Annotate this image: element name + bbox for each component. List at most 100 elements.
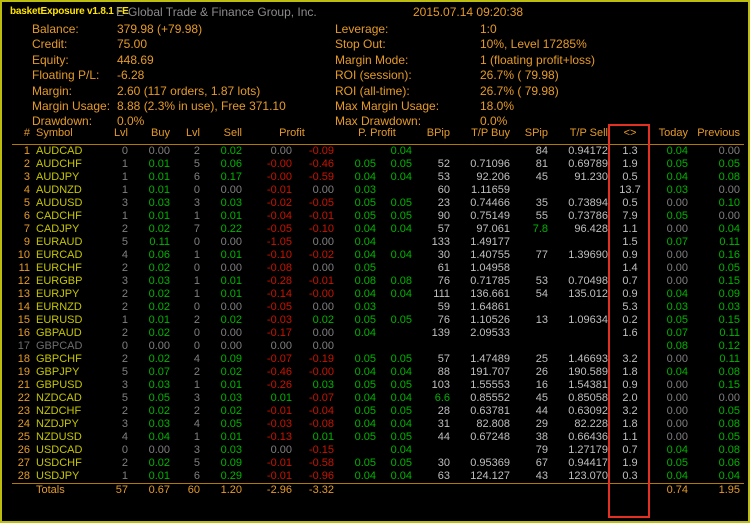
value-cell: 88: [416, 366, 454, 379]
value-cell: -0.02: [246, 197, 296, 210]
value-cell: 23: [416, 197, 454, 210]
value-cell: 31: [416, 418, 454, 431]
value-cell: 1.3: [612, 145, 648, 159]
value-cell: 0.04: [338, 470, 380, 484]
row-number: 25: [12, 431, 34, 444]
value-cell: 0.04: [132, 431, 174, 444]
stat-label: Margin Mode:: [335, 53, 480, 68]
value-cell: 0.04: [380, 145, 416, 159]
value-cell: 5: [174, 457, 204, 470]
row-number: 24: [12, 418, 34, 431]
value-cell: 1.40755: [454, 249, 514, 262]
value-cell: 96.428: [552, 223, 612, 236]
value-cell: 1.6: [612, 327, 648, 340]
table-row: 3AUDJPY10.0160.17-0.00-0.590.040.045392.…: [12, 171, 744, 184]
value-cell: 0.04: [380, 249, 416, 262]
value-cell: 0.03: [692, 301, 744, 314]
stat-label: ROI (all-time):: [335, 84, 480, 99]
value-cell: 0.04: [380, 366, 416, 379]
column-header: SPip: [514, 124, 552, 145]
value-cell: 45: [514, 392, 552, 405]
value-cell: 0.03: [204, 197, 246, 210]
row-number: 11: [12, 262, 34, 275]
value-cell: 0.63092: [552, 405, 612, 418]
value-cell: 0: [174, 262, 204, 275]
value-cell: 2.09533: [454, 327, 514, 340]
value-cell: 0.05: [692, 158, 744, 171]
value-cell: 0.3: [612, 470, 648, 484]
table-header-row: #SymbolLvlBuyLvlSellProfitP. ProfitBPipT…: [12, 124, 744, 145]
value-cell: 0.00: [296, 262, 338, 275]
row-number: 14: [12, 301, 34, 314]
stat-value: 26.7% ( 79.98): [480, 68, 595, 83]
value-cell: 0.04: [338, 392, 380, 405]
totals-spacer: [12, 484, 34, 498]
value-cell: 84: [514, 145, 552, 159]
value-cell: -0.10: [246, 249, 296, 262]
value-cell: 0.09: [692, 288, 744, 301]
value-cell: 0.01: [296, 431, 338, 444]
value-cell: [552, 340, 612, 353]
value-cell: 0.03: [132, 275, 174, 288]
symbol-cell: CADCHF: [34, 210, 98, 223]
value-cell: 82.228: [552, 418, 612, 431]
totals-cell: 1.95: [692, 484, 744, 498]
value-cell: 0.07: [648, 327, 692, 340]
value-cell: 55: [514, 210, 552, 223]
symbol-cell: USDJPY: [34, 470, 98, 484]
value-cell: 0.05: [338, 457, 380, 470]
symbol-cell: GBPJPY: [34, 366, 98, 379]
symbol-cell: GBPCHF: [34, 353, 98, 366]
stat-value: 379.98 (+79.98): [117, 22, 286, 37]
value-cell: 3: [174, 444, 204, 457]
value-cell: 1.8: [612, 366, 648, 379]
table-row: 25NZDUSD40.0410.01-0.130.010.050.05440.6…: [12, 431, 744, 444]
table-row: 14EURNZD20.0200.00-0.050.000.03591.64861…: [12, 301, 744, 314]
value-cell: 0.00: [648, 431, 692, 444]
value-cell: 0.73786: [552, 210, 612, 223]
totals-cell: [454, 484, 514, 498]
row-number: 6: [12, 210, 34, 223]
value-cell: 0.7: [612, 444, 648, 457]
value-cell: 0: [174, 340, 204, 353]
value-cell: 0.01: [132, 470, 174, 484]
value-cell: [380, 184, 416, 197]
table-row: 27USDCHF20.0250.09-0.01-0.580.050.05300.…: [12, 457, 744, 470]
value-cell: 0.05: [338, 431, 380, 444]
value-cell: 0.04: [338, 418, 380, 431]
value-cell: 0.00: [246, 444, 296, 457]
value-cell: 2: [174, 366, 204, 379]
stat-label: Equity:: [32, 53, 117, 68]
value-cell: 1.27179: [552, 444, 612, 457]
value-cell: 0.00: [132, 444, 174, 457]
value-cell: [514, 236, 552, 249]
value-cell: 1: [174, 249, 204, 262]
value-cell: 4: [98, 249, 132, 262]
value-cell: 13: [514, 314, 552, 327]
value-cell: 38: [514, 431, 552, 444]
value-cell: 5.3: [612, 301, 648, 314]
symbol-cell: NZDUSD: [34, 431, 98, 444]
totals-cell: 0.74: [648, 484, 692, 498]
value-cell: 1.09634: [552, 314, 612, 327]
value-cell: 0.05: [380, 379, 416, 392]
row-number: 15: [12, 314, 34, 327]
value-cell: 1: [174, 431, 204, 444]
totals-cell: [552, 484, 612, 498]
value-cell: 0.5: [612, 171, 648, 184]
value-cell: -0.01: [246, 470, 296, 484]
value-cell: 0.16: [692, 249, 744, 262]
row-number: 22: [12, 392, 34, 405]
value-cell: [514, 184, 552, 197]
value-cell: 0.02: [132, 353, 174, 366]
value-cell: -0.02: [296, 249, 338, 262]
app-title: basketExposure v1.8.1 FE: [10, 6, 129, 17]
row-number: 12: [12, 275, 34, 288]
value-cell: -0.17: [246, 327, 296, 340]
value-cell: 0.03: [132, 418, 174, 431]
table-row: 5AUDUSD30.0330.03-0.02-0.050.050.05230.7…: [12, 197, 744, 210]
value-cell: 57: [416, 223, 454, 236]
column-header: Previous: [692, 124, 744, 145]
value-cell: -0.08: [296, 418, 338, 431]
value-cell: 0.03: [648, 184, 692, 197]
